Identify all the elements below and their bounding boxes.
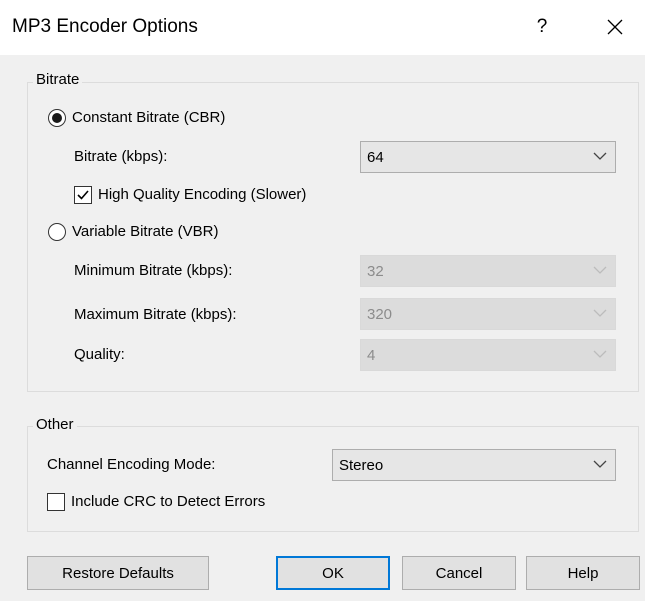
title-bar: MP3 Encoder Options ? [0, 0, 645, 55]
restore-defaults-button[interactable]: Restore Defaults [27, 556, 209, 590]
channel-mode-select[interactable]: Stereo [332, 449, 616, 481]
max-bitrate-select[interactable]: 320 [360, 298, 616, 330]
quality-label: Quality: [74, 346, 125, 363]
cbr-radio[interactable] [48, 109, 66, 127]
help-button[interactable]: Help [526, 556, 640, 590]
close-icon [607, 19, 623, 35]
bitrate-select[interactable]: 64 [360, 141, 616, 173]
bitrate-legend: Bitrate [33, 71, 83, 88]
channel-mode-value: Stereo [339, 457, 384, 474]
min-bitrate-label: Minimum Bitrate (kbps): [74, 262, 233, 279]
other-legend: Other [33, 416, 77, 433]
chevron-down-icon [593, 266, 607, 274]
quality-select[interactable]: 4 [360, 339, 616, 371]
cbr-label[interactable]: Constant Bitrate (CBR) [72, 109, 225, 126]
bitrate-label: Bitrate (kbps): [74, 148, 168, 165]
cancel-button[interactable]: Cancel [402, 556, 516, 590]
channel-mode-label: Channel Encoding Mode: [47, 456, 216, 473]
chevron-down-icon [593, 152, 607, 160]
ok-button[interactable]: OK [276, 556, 390, 590]
crc-label[interactable]: Include CRC to Detect Errors [71, 493, 265, 510]
max-bitrate-label: Maximum Bitrate (kbps): [74, 306, 237, 323]
vbr-label[interactable]: Variable Bitrate (VBR) [72, 223, 218, 240]
bitrate-select-value: 64 [367, 149, 384, 166]
title-help-button[interactable]: ? [520, 8, 564, 46]
close-button[interactable] [590, 8, 640, 46]
chevron-down-icon [593, 350, 607, 358]
max-bitrate-value: 320 [367, 306, 393, 323]
high-quality-label[interactable]: High Quality Encoding (Slower) [98, 186, 306, 203]
chevron-down-icon [593, 309, 607, 317]
radio-selected-dot [52, 113, 62, 123]
high-quality-checkbox[interactable] [74, 186, 92, 204]
min-bitrate-select[interactable]: 32 [360, 255, 616, 287]
vbr-radio[interactable] [48, 223, 66, 241]
crc-checkbox[interactable] [47, 493, 65, 511]
window-title: MP3 Encoder Options [12, 16, 198, 37]
chevron-down-icon [593, 460, 607, 468]
checkmark-icon [77, 190, 89, 200]
quality-value: 4 [367, 347, 376, 364]
min-bitrate-value: 32 [367, 263, 384, 280]
